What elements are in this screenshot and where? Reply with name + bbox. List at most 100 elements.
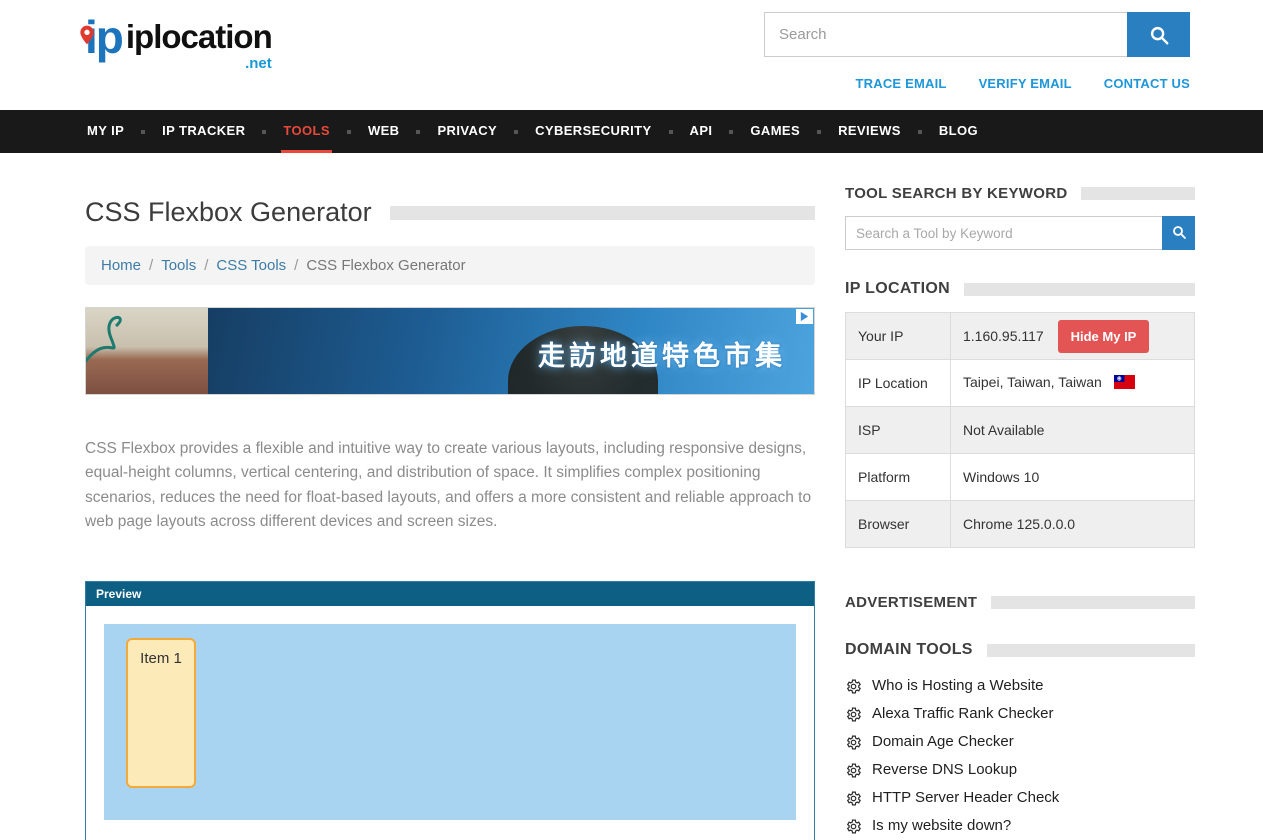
nav-item-cybersecurity[interactable]: CYBERSECURITY <box>533 110 653 153</box>
table-row: Your IP 1.160.95.117 Hide My IP <box>846 313 1195 360</box>
ip-location-heading: IP LOCATION <box>845 280 950 298</box>
title-decoration-bar <box>390 206 815 220</box>
logo-text: iplocation <box>126 20 272 53</box>
gear-icon <box>845 706 862 723</box>
domain-tool-website-down[interactable]: Is my website down? <box>845 815 1195 837</box>
logo-tld: .net <box>245 55 272 72</box>
your-ip-value: 1.160.95.117 <box>963 328 1044 344</box>
row-value: Not Available <box>951 407 1195 454</box>
breadcrumb: Home / Tools / CSS Tools / CSS Flexbox G… <box>85 246 815 285</box>
nav-item-tools[interactable]: TOOLS <box>281 110 332 153</box>
preview-body: Item 1 <box>86 606 814 840</box>
nav-separator <box>416 130 420 134</box>
gear-icon <box>845 818 862 835</box>
nav-separator <box>669 130 673 134</box>
gear-icon <box>845 678 862 695</box>
domain-tool-http-header[interactable]: HTTP Server Header Check <box>845 787 1195 809</box>
header-search-input[interactable] <box>764 12 1127 57</box>
breadcrumb-separator: / <box>204 257 208 274</box>
taiwan-flag-icon <box>1114 375 1135 392</box>
tool-search-input[interactable] <box>845 216 1162 250</box>
nav-item-api[interactable]: API <box>688 110 715 153</box>
contact-us-link[interactable]: CONTACT US <box>1104 76 1190 91</box>
logo-ip-mark: ip <box>85 14 126 60</box>
ip-location-value: Taipei, Taiwan, Taiwan <box>963 374 1102 390</box>
ad-main-image: 走訪地道特色市集 <box>208 308 814 394</box>
table-row: Platform Windows 10 <box>846 454 1195 501</box>
row-label: Browser <box>846 501 951 548</box>
preview-panel: Preview Item 1 <box>85 581 815 840</box>
domain-tool-reverse-dns[interactable]: Reverse DNS Lookup <box>845 759 1195 781</box>
nav-item-reviews[interactable]: REVIEWS <box>836 110 903 153</box>
page-description: CSS Flexbox provides a flexible and intu… <box>85 437 815 535</box>
nav-separator <box>141 130 145 134</box>
gear-icon <box>845 762 862 779</box>
row-value: Windows 10 <box>951 454 1195 501</box>
domain-tool-hosting[interactable]: Who is Hosting a Website <box>845 675 1195 697</box>
row-label: Your IP <box>846 313 951 360</box>
table-row: ISP Not Available <box>846 407 1195 454</box>
heading-decoration-bar <box>987 644 1195 657</box>
tool-search-button[interactable] <box>1162 216 1195 250</box>
flex-preview-container: Item 1 <box>104 624 796 820</box>
tool-search <box>845 216 1195 250</box>
header-links: TRACE EMAIL VERIFY EMAIL CONTACT US <box>856 76 1190 91</box>
hide-my-ip-button[interactable]: Hide My IP <box>1058 320 1150 353</box>
row-value: 1.160.95.117 Hide My IP <box>951 313 1195 360</box>
nav-separator <box>347 130 351 134</box>
ad-text: 走訪地道特色市集 <box>538 334 786 373</box>
breadcrumb-home[interactable]: Home <box>101 257 141 274</box>
header-search-button[interactable] <box>1127 12 1190 57</box>
ad-left-image <box>86 308 208 394</box>
gear-icon <box>845 734 862 751</box>
nav-separator <box>729 130 733 134</box>
search-icon <box>1148 24 1170 46</box>
domain-tool-domain-age[interactable]: Domain Age Checker <box>845 731 1195 753</box>
domain-tool-alexa-rank[interactable]: Alexa Traffic Rank Checker <box>845 703 1195 725</box>
nav-separator <box>262 130 266 134</box>
nav-item-web[interactable]: WEB <box>366 110 402 153</box>
row-value: Chrome 125.0.0.0 <box>951 501 1195 548</box>
nav-item-privacy[interactable]: PRIVACY <box>435 110 499 153</box>
gear-icon <box>845 790 862 807</box>
advertisement-heading: ADVERTISEMENT <box>845 594 977 611</box>
nav-item-my-ip[interactable]: MY IP <box>85 110 126 153</box>
preview-header: Preview <box>86 582 814 606</box>
main-nav: MY IP IP TRACKER TOOLS WEB PRIVACY CYBER… <box>0 110 1263 153</box>
location-pin-icon <box>79 6 95 52</box>
row-label: IP Location <box>846 360 951 407</box>
ad-choices-icon[interactable] <box>796 309 813 324</box>
nav-item-ip-tracker[interactable]: IP TRACKER <box>160 110 247 153</box>
row-value: Taipei, Taiwan, Taiwan <box>951 360 1195 407</box>
breadcrumb-separator: / <box>294 257 298 274</box>
heading-decoration-bar <box>1081 187 1195 200</box>
table-row: Browser Chrome 125.0.0.0 <box>846 501 1195 548</box>
nav-separator <box>817 130 821 134</box>
trace-email-link[interactable]: TRACE EMAIL <box>856 76 947 91</box>
advertisement-banner[interactable]: 走訪地道特色市集 <box>85 307 815 395</box>
row-label: ISP <box>846 407 951 454</box>
breadcrumb-tools[interactable]: Tools <box>161 257 196 274</box>
nav-separator <box>918 130 922 134</box>
breadcrumb-separator: / <box>149 257 153 274</box>
heading-decoration-bar <box>991 596 1195 609</box>
ip-location-table: Your IP 1.160.95.117 Hide My IP IP Locat… <box>845 312 1195 548</box>
page-title: CSS Flexbox Generator <box>85 197 372 228</box>
table-row: IP Location Taipei, Taiwan, Taiwan <box>846 360 1195 407</box>
nav-item-games[interactable]: GAMES <box>748 110 802 153</box>
header-search <box>764 12 1190 57</box>
heading-decoration-bar <box>964 283 1195 296</box>
breadcrumb-css-tools[interactable]: CSS Tools <box>216 257 286 274</box>
site-logo[interactable]: ip iplocation .net <box>85 14 272 72</box>
site-header: ip iplocation .net TRACE EMAIL VERIFY EM… <box>0 0 1263 110</box>
nav-separator <box>514 130 518 134</box>
tool-search-heading: TOOL SEARCH BY KEYWORD <box>845 185 1067 202</box>
domain-tools-list: Who is Hosting a Website Alexa Traffic R… <box>845 675 1195 840</box>
breadcrumb-current: CSS Flexbox Generator <box>306 257 465 274</box>
domain-tools-heading: DOMAIN TOOLS <box>845 641 973 659</box>
verify-email-link[interactable]: VERIFY EMAIL <box>979 76 1072 91</box>
row-label: Platform <box>846 454 951 501</box>
nav-item-blog[interactable]: BLOG <box>937 110 980 153</box>
search-icon <box>1171 224 1187 243</box>
flex-preview-item[interactable]: Item 1 <box>126 638 196 788</box>
